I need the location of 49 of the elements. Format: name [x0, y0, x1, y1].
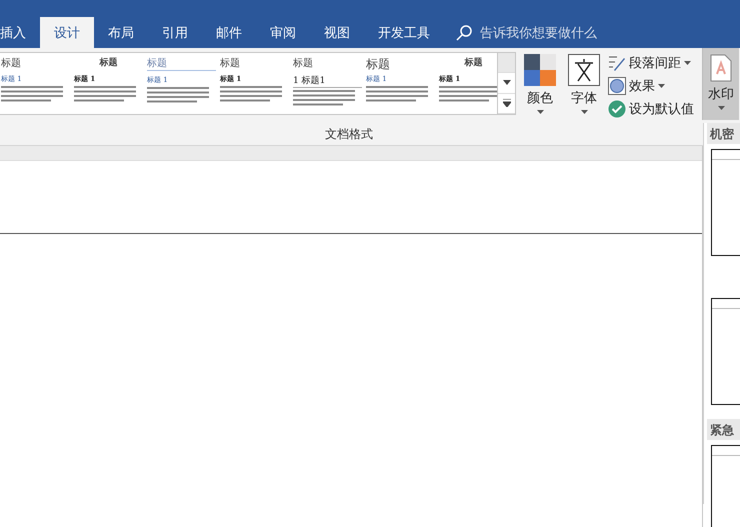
watermark-thumbnail[interactable] [711, 298, 740, 405]
ribbon-command[interactable]: 效果 [608, 75, 694, 96]
ribbon-command[interactable]: 设为默认值 [608, 98, 694, 119]
style-thumbnail[interactable]: 标题 1 标题1 [292, 53, 365, 114]
text-lines-drawing [220, 86, 282, 104]
document-icon [710, 54, 732, 82]
watermark-button[interactable]: 水印 [702, 48, 739, 120]
thumbnail-title: 标题 [1, 56, 22, 70]
thumbnail-heading: 1 标题1 [293, 74, 362, 88]
thumbnail-title: 标题 [366, 56, 391, 70]
ribbon-tab[interactable]: 审阅 [256, 17, 310, 48]
thumbnail-title: 标题 [293, 56, 314, 70]
thumbnail-title: 标题 [220, 56, 241, 70]
ribbon-tab[interactable]: 邮件 [202, 17, 256, 48]
text-lines-drawing [147, 87, 209, 105]
group-label: 文档格式 [324, 126, 374, 143]
text-lines-drawing [293, 90, 355, 108]
section-header: 紧急 [707, 419, 740, 440]
watermark-thumbnail[interactable] [711, 149, 740, 256]
ribbon-tab[interactable]: 引用 [148, 17, 202, 48]
text-lines-drawing [439, 86, 497, 104]
thumbnail-title: 标题 [98, 56, 118, 70]
watermark-thumbnail[interactable] [711, 445, 740, 527]
colors-button[interactable]: 颜色 [520, 52, 560, 124]
caret-icon [718, 106, 724, 110]
ribbon-tab[interactable]: 插入 [0, 17, 40, 48]
effects-icon [608, 76, 626, 94]
checkmark-icon [608, 100, 626, 118]
tell-me-input[interactable]: 告诉我你想要做什么 [478, 24, 632, 41]
expand-icon [502, 99, 510, 108]
ribbon-tab[interactable]: 设计 [40, 17, 94, 48]
font-icon [568, 54, 600, 86]
search-icon [456, 24, 472, 40]
color-palette-icon [524, 54, 556, 86]
text-lines-drawing [366, 86, 428, 104]
caret-icon [502, 80, 510, 86]
section-header: 机密 [707, 123, 740, 144]
ribbon-tab[interactable]: 视图 [310, 17, 364, 48]
ribbon-tab[interactable]: 布局 [94, 17, 148, 48]
ribbon-tab[interactable]: 开发工具 [364, 17, 444, 48]
fonts-button[interactable]: 字体 [564, 52, 604, 124]
thumbnail-title: 标题 [147, 56, 216, 71]
ribbon-command[interactable]: 段落间距 [608, 52, 694, 73]
caret-icon [536, 110, 544, 114]
text-lines-drawing [1, 86, 63, 104]
text-lines-drawing [74, 86, 136, 104]
thumbnail-title: 标题 [463, 56, 484, 70]
paragraph-spacing-icon [608, 54, 626, 70]
caret-icon [580, 110, 588, 114]
